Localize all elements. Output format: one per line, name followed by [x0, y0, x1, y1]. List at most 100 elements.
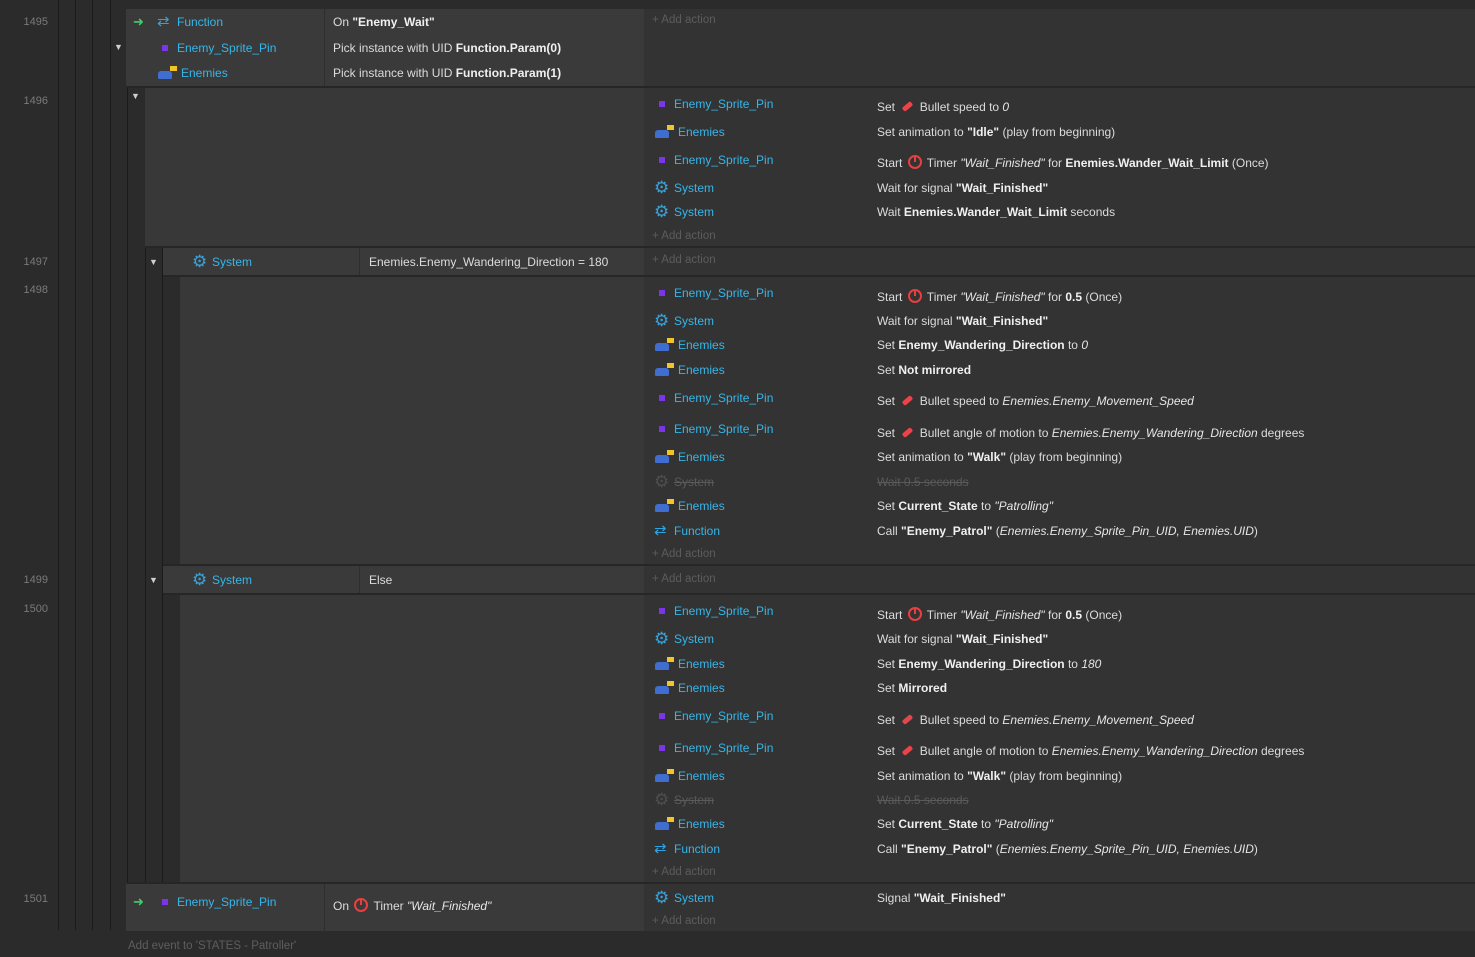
timer-icon	[907, 155, 922, 169]
event-1496-conditions[interactable]	[145, 88, 644, 246]
action-object[interactable]: Enemies	[654, 496, 725, 516]
action-object[interactable]: Function	[654, 839, 720, 859]
action-text[interactable]: Set animation to "Walk" (play from begin…	[877, 766, 1122, 786]
action-text[interactable]: Set Bullet angle of motion to Enemies.En…	[877, 423, 1304, 443]
action-text[interactable]: Set Mirrored	[877, 678, 947, 698]
action-object[interactable]: Enemies	[654, 766, 725, 786]
action-object[interactable]: Enemies	[654, 447, 725, 467]
action-text[interactable]: Wait for signal "Wait_Finished"	[877, 178, 1048, 198]
action-object[interactable]: Enemies	[654, 814, 725, 834]
action-object[interactable]: System	[654, 888, 714, 908]
condition-text[interactable]: On "Enemy_Wait"	[333, 12, 435, 32]
action-object[interactable]: Enemies	[654, 654, 725, 674]
event-1500-conditions[interactable]	[180, 595, 644, 882]
action-text[interactable]: Start Timer "Wait_Finished" for Enemies.…	[877, 153, 1269, 173]
condition-text[interactable]: Pick instance with UID Function.Param(1)	[333, 63, 561, 83]
action-object-disabled[interactable]: System	[654, 472, 714, 492]
action-text[interactable]: Signal "Wait_Finished"	[877, 888, 1006, 908]
action-object[interactable]: Enemy_Sprite_Pin	[654, 706, 773, 726]
condition-text[interactable]: Enemies.Enemy_Wandering_Direction = 180	[369, 252, 608, 272]
action-text[interactable]: Call "Enemy_Patrol" (Enemies.Enemy_Sprit…	[877, 839, 1258, 859]
collapse-triangle-icon[interactable]: ▼	[114, 42, 123, 52]
event-1498-conditions[interactable]	[180, 277, 644, 564]
sprite-icon	[157, 895, 173, 909]
add-action-link[interactable]: + Add action	[652, 544, 716, 564]
add-event-link[interactable]: Add event to 'STATES - Patroller'	[128, 940, 296, 952]
condition-object[interactable]: Enemies	[157, 63, 228, 83]
enemies-icon	[654, 769, 674, 783]
collapse-triangle-icon[interactable]: ▼	[149, 257, 158, 267]
tree-line	[75, 0, 76, 930]
action-text-disabled[interactable]: Wait 0.5 seconds	[877, 472, 969, 492]
action-text[interactable]: Set Bullet speed to Enemies.Enemy_Moveme…	[877, 391, 1194, 411]
divider	[359, 248, 360, 275]
action-text[interactable]: Wait for signal "Wait_Finished"	[877, 629, 1048, 649]
action-text[interactable]: Set animation to "Idle" (play from begin…	[877, 122, 1115, 142]
action-object[interactable]: Enemy_Sprite_Pin	[654, 388, 773, 408]
action-object[interactable]: Enemy_Sprite_Pin	[654, 283, 773, 303]
line-number: 1501	[23, 893, 48, 905]
collapse-triangle-icon[interactable]: ▼	[149, 575, 158, 585]
action-object[interactable]: Enemy_Sprite_Pin	[654, 94, 773, 114]
add-action-link[interactable]: + Add action	[652, 911, 716, 931]
action-object[interactable]: Enemy_Sprite_Pin	[654, 419, 773, 439]
sprite-icon	[654, 391, 670, 405]
action-object[interactable]: System	[654, 311, 714, 331]
action-object[interactable]: Enemy_Sprite_Pin	[654, 601, 773, 621]
action-object[interactable]: System	[654, 629, 714, 649]
action-object[interactable]: System	[654, 178, 714, 198]
event-1497-actions[interactable]	[644, 248, 1475, 275]
condition-text[interactable]: Pick instance with UID Function.Param(0)	[333, 38, 561, 58]
action-object[interactable]: Enemies	[654, 678, 725, 698]
add-action-link[interactable]: + Add action	[652, 250, 716, 270]
event-1501-actions[interactable]	[644, 884, 1475, 931]
sprite-icon	[654, 97, 670, 111]
action-text[interactable]: Set Current_State to "Patrolling"	[877, 814, 1053, 834]
action-object[interactable]: Enemies	[654, 122, 725, 142]
action-text[interactable]: Start Timer "Wait_Finished" for 0.5 (Onc…	[877, 287, 1122, 307]
action-text[interactable]: Set Not mirrored	[877, 360, 971, 380]
action-object[interactable]: Enemies	[654, 360, 725, 380]
condition-object[interactable]: Enemy_Sprite_Pin	[157, 892, 276, 912]
enemies-icon	[654, 363, 674, 377]
condition-object[interactable]: Function	[157, 12, 223, 32]
action-text[interactable]: Wait Enemies.Wander_Wait_Limit seconds	[877, 202, 1115, 222]
condition-text[interactable]: On Timer "Wait_Finished"	[333, 896, 491, 916]
action-text[interactable]: Set Bullet angle of motion to Enemies.En…	[877, 741, 1304, 761]
condition-object[interactable]: System	[192, 252, 252, 272]
action-text[interactable]: Set Enemy_Wandering_Direction to 0	[877, 335, 1088, 355]
action-object[interactable]: Enemy_Sprite_Pin	[654, 738, 773, 758]
condition-object[interactable]: System	[192, 570, 252, 590]
action-object[interactable]: Function	[654, 521, 720, 541]
action-text[interactable]: Wait for signal "Wait_Finished"	[877, 311, 1048, 331]
action-text[interactable]: Set Current_State to "Patrolling"	[877, 496, 1053, 516]
add-action-link[interactable]: + Add action	[652, 862, 716, 882]
bullet-icon	[900, 102, 914, 112]
add-action-link[interactable]: + Add action	[652, 10, 716, 30]
action-object[interactable]: System	[654, 202, 714, 222]
add-action-link[interactable]: + Add action	[652, 226, 716, 246]
action-object-disabled[interactable]: System	[654, 790, 714, 810]
add-action-link[interactable]: + Add action	[652, 569, 716, 589]
action-text-disabled[interactable]: Wait 0.5 seconds	[877, 790, 969, 810]
action-text[interactable]: Set Enemy_Wandering_Direction to 180	[877, 654, 1101, 674]
action-text[interactable]: Set Bullet speed to 0	[877, 97, 1009, 117]
action-object[interactable]: Enemies	[654, 335, 725, 355]
sprite-icon	[157, 41, 173, 55]
condition-object[interactable]: Enemy_Sprite_Pin	[157, 38, 276, 58]
enemies-icon	[654, 657, 674, 671]
event-1495-actions[interactable]	[644, 9, 1475, 86]
action-text[interactable]: Set animation to "Walk" (play from begin…	[877, 447, 1122, 467]
action-object[interactable]: Enemy_Sprite_Pin	[654, 150, 773, 170]
action-text[interactable]: Call "Enemy_Patrol" (Enemies.Enemy_Sprit…	[877, 521, 1258, 541]
action-text[interactable]: Start Timer "Wait_Finished" for 0.5 (Onc…	[877, 605, 1122, 625]
event-1499-actions[interactable]	[644, 566, 1475, 593]
timer-icon	[354, 898, 369, 912]
collapse-triangle-icon[interactable]: ▼	[131, 91, 140, 101]
gear-icon	[654, 178, 670, 198]
bullet-icon	[900, 715, 914, 725]
gear-icon	[192, 252, 208, 272]
action-text[interactable]: Set Bullet speed to Enemies.Enemy_Moveme…	[877, 710, 1194, 730]
line-number: 1495	[23, 16, 48, 28]
condition-text[interactable]: Else	[369, 570, 392, 590]
